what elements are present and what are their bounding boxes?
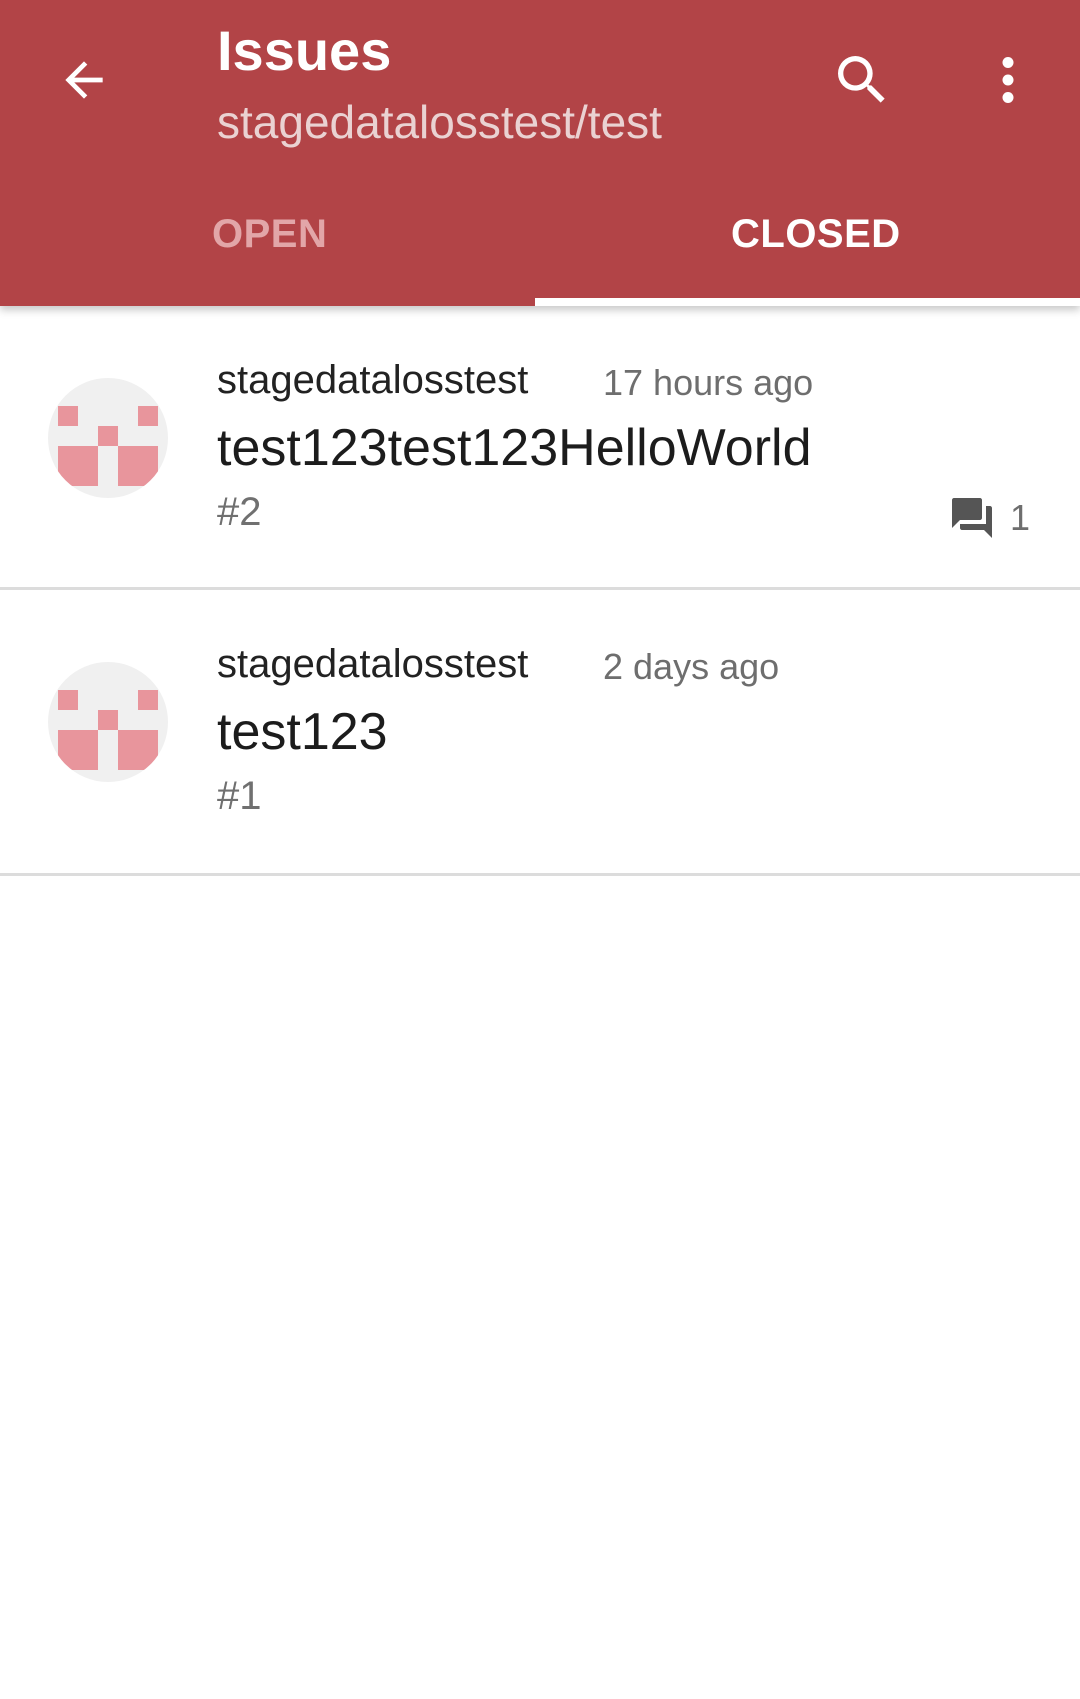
issue-title: test123test123HelloWorld [217,419,812,477]
arrow-back-icon [65,61,103,99]
avatar [48,378,168,498]
app-bar: Issues stagedatalosstest/test OPEN CLOSE… [0,0,1080,306]
more-options-button[interactable] [968,40,1048,120]
avatar [48,662,168,782]
issue-time: 17 hours ago [603,362,814,403]
repo-subtitle: stagedatalosstest/test [217,96,662,148]
back-button[interactable] [44,40,124,120]
issue-title: test123 [217,703,388,761]
comment-count: 1 [1009,497,1030,538]
tab-open-label: OPEN [212,212,328,256]
issue-number: #2 [217,490,262,534]
tab-closed[interactable]: CLOSED [535,188,1075,306]
tab-open[interactable]: OPEN [0,188,540,306]
issue-author: stagedatalosstest [217,358,529,402]
issue-author: stagedatalosstest [217,642,529,686]
tab-selected-indicator [535,298,1080,306]
issue-time: 2 days ago [603,646,780,687]
issue-row[interactable]: stagedatalosstest 2 days ago test123 #1 [0,590,1080,876]
comment-count-badge: 1 [948,494,1030,542]
search-button[interactable] [822,40,902,120]
issue-list: stagedatalosstest 17 hours ago test123te… [0,306,1080,876]
comments-icon [951,498,992,538]
tab-closed-label: CLOSED [731,212,901,256]
more-vert-icon [1002,57,1014,103]
search-icon [838,56,885,103]
issue-number: #1 [217,774,262,818]
issue-row[interactable]: stagedatalosstest 17 hours ago test123te… [0,306,1080,590]
page-title: Issues [217,19,392,82]
